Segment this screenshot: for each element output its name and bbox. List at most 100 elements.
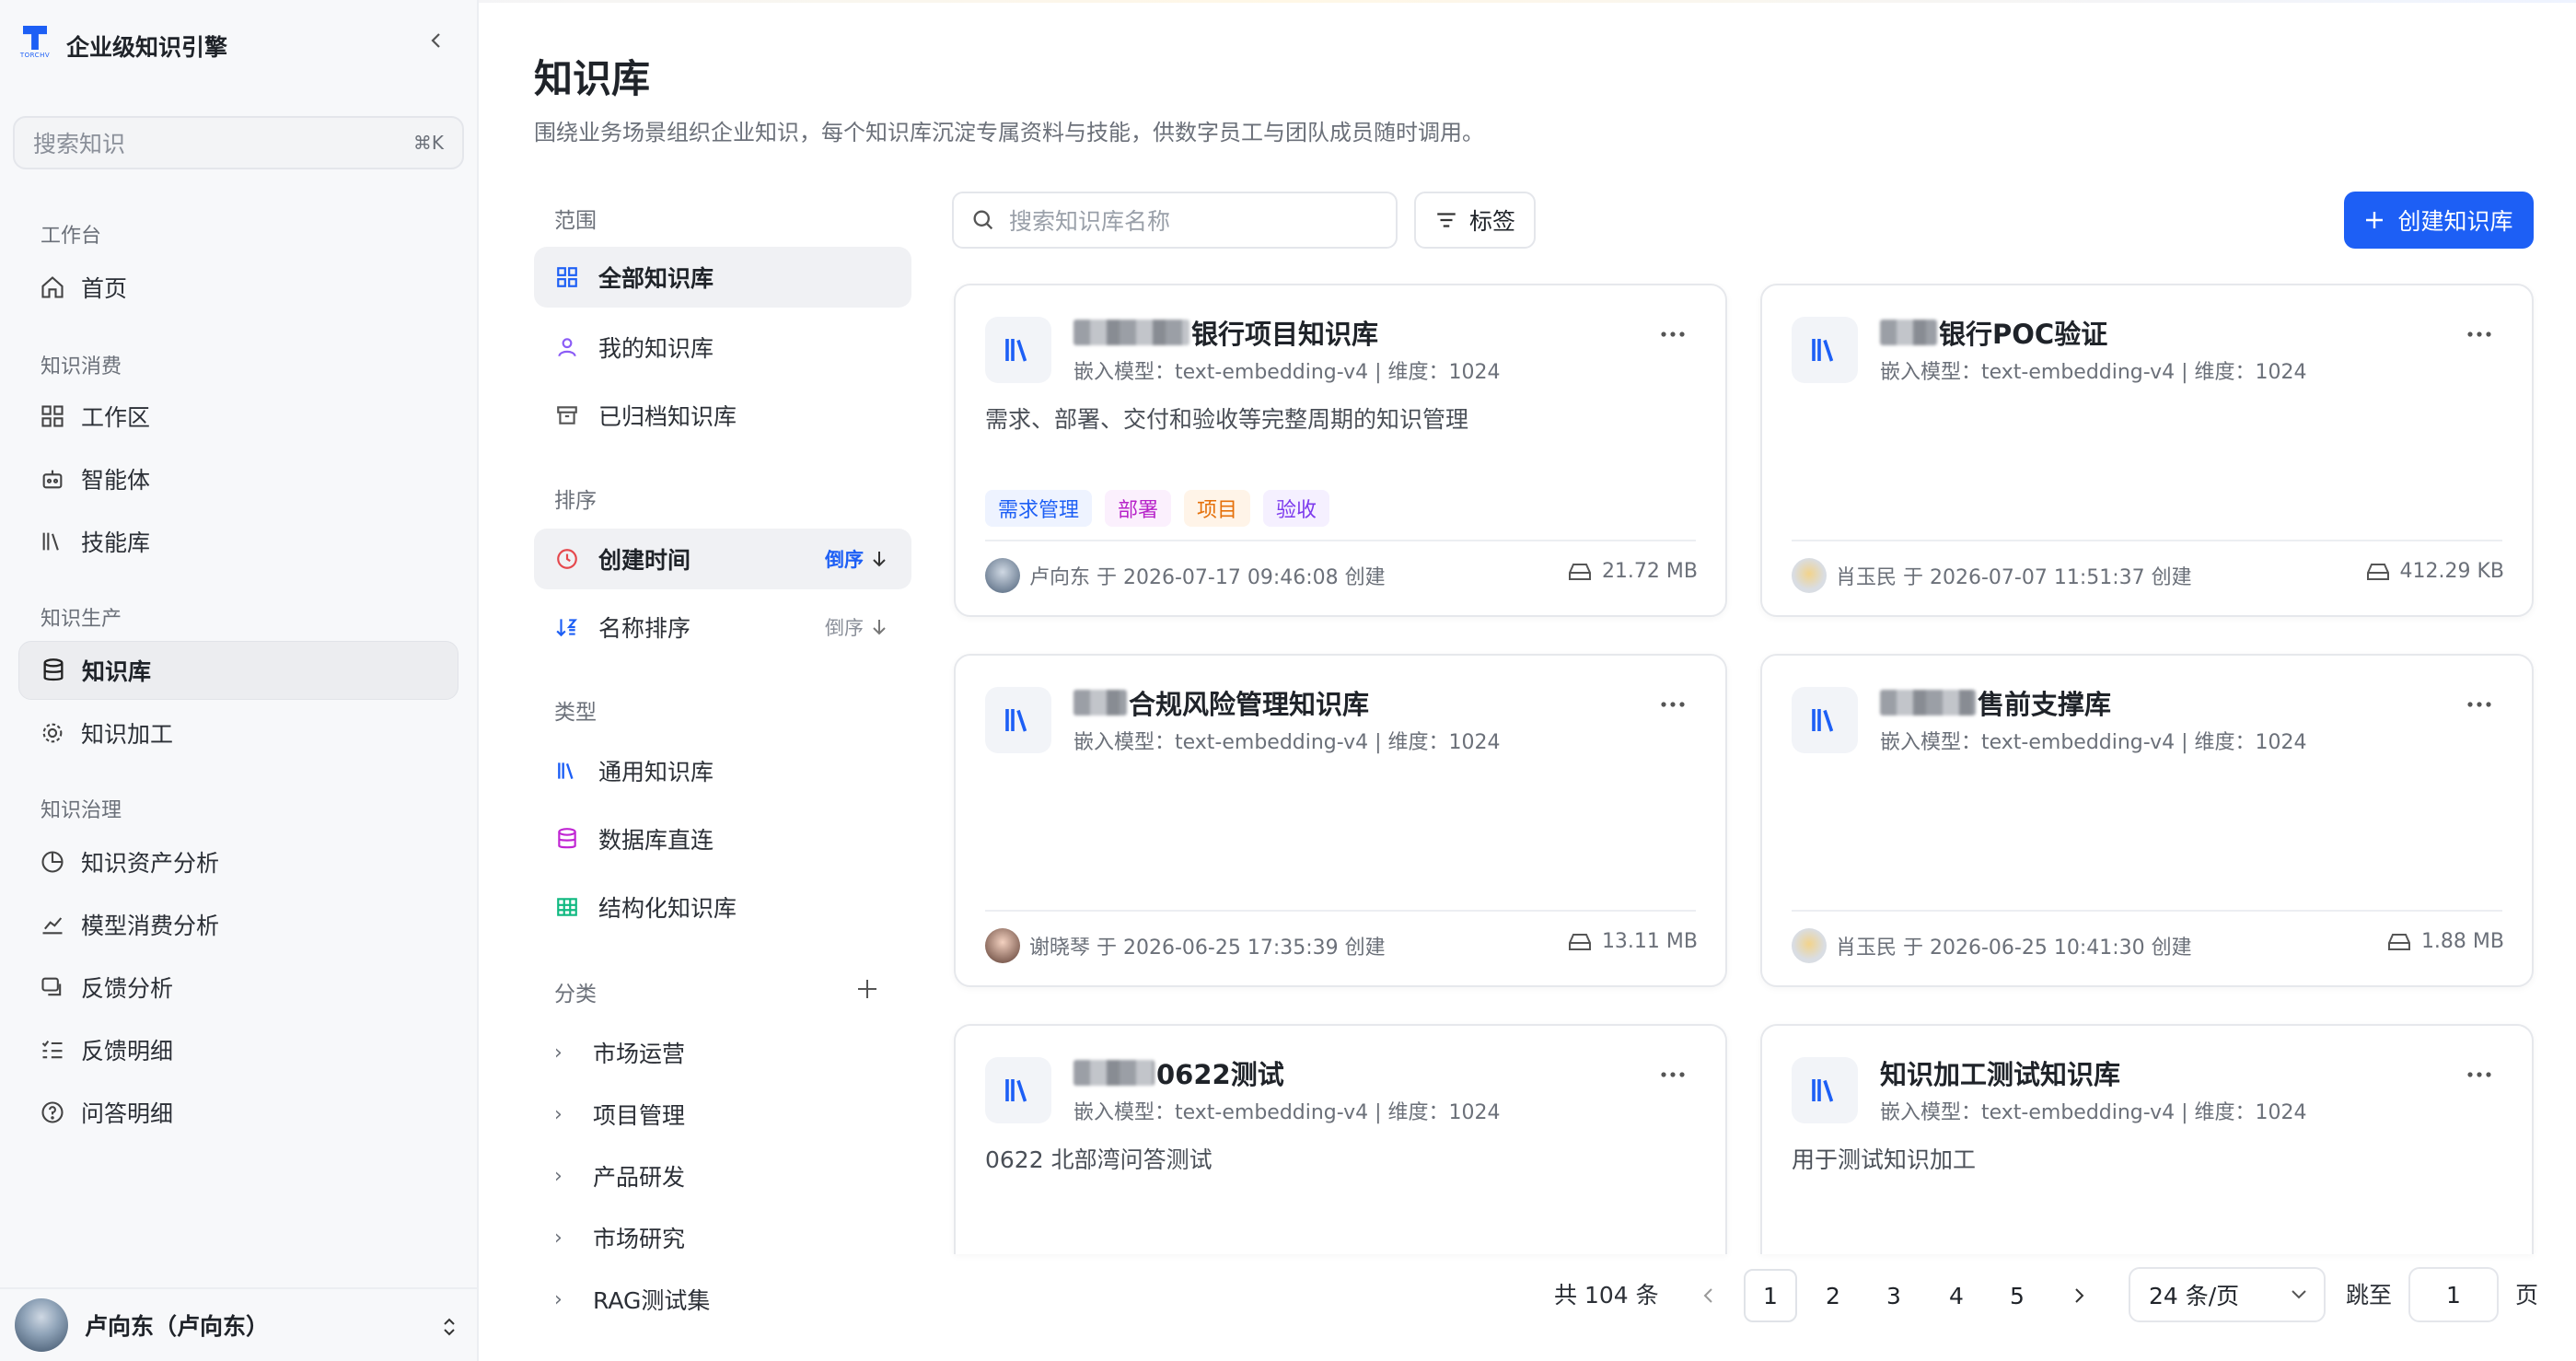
library-icon xyxy=(1792,1057,1858,1123)
nav-item-workspace[interactable]: 工作区 xyxy=(18,387,458,446)
tag-badge: 项目 xyxy=(1184,490,1251,527)
kb-search-input[interactable]: 搜索知识库名称 xyxy=(952,192,1398,249)
kb-creator-text: 卢向东 于 2026-07-17 09:46:08 创建 xyxy=(1029,566,1386,589)
page-size-select[interactable]: 24 条/页 xyxy=(2129,1267,2326,1322)
kb-card[interactable]: 银行POC验证 嵌入模型：text-embedding-v4 | 维度：1024… xyxy=(1760,284,2534,617)
page-button[interactable]: 3 xyxy=(1867,1269,1920,1322)
tag-filter-button[interactable]: 标签 xyxy=(1414,192,1536,249)
nav-item-agents[interactable]: 智能体 xyxy=(18,449,458,508)
kb-creator: 卢向东 于 2026-07-17 09:46:08 创建 xyxy=(985,558,1386,593)
brand: TORCHV 企业级知识引擎 xyxy=(17,26,227,66)
jump-page-input[interactable]: 1 xyxy=(2408,1267,2499,1322)
add-category-icon[interactable] xyxy=(854,976,880,1002)
collapse-sidebar-icon[interactable] xyxy=(425,29,447,52)
nav-label: 模型消费分析 xyxy=(81,913,220,939)
nav-item-knowledge-base[interactable]: 知识库 xyxy=(18,641,458,700)
sort-created-time[interactable]: 创建时间 倒序 xyxy=(534,529,911,589)
knowledge-search-input[interactable]: 搜索知识 ⌘K xyxy=(13,116,464,169)
kb-name-text: 知识加工测试知识库 xyxy=(1880,1059,2121,1090)
sort-order-toggle[interactable]: 倒序 xyxy=(825,613,888,641)
nav-label: 知识加工 xyxy=(81,721,174,748)
nav-item-model-consumption[interactable]: 模型消费分析 xyxy=(18,895,458,954)
create-kb-button[interactable]: 创建知识库 xyxy=(2344,192,2534,249)
kb-card[interactable]: 合规风险管理知识库 嵌入模型：text-embedding-v4 | 维度：10… xyxy=(954,654,1727,987)
redacted-text xyxy=(1880,690,1976,715)
nav-item-feedback-detail[interactable]: 反馈明细 xyxy=(18,1020,458,1079)
filter-type-title: 类型 xyxy=(554,701,597,725)
type-db-direct[interactable]: 数据库直连 xyxy=(534,808,911,869)
tag-badge: 需求管理 xyxy=(985,490,1093,527)
grid-icon xyxy=(554,264,580,290)
type-general-kb[interactable]: 通用知识库 xyxy=(534,740,911,801)
filter-label: 全部知识库 xyxy=(598,265,714,292)
nav-label: 反馈明细 xyxy=(81,1038,174,1064)
category-item[interactable]: › 项目管理 xyxy=(554,1091,685,1137)
category-item[interactable]: › 市场运营 xyxy=(554,1029,685,1076)
card-divider xyxy=(1792,540,2502,541)
brand-name: 企业级知识引擎 xyxy=(66,34,228,61)
kb-card[interactable]: 知识加工测试知识库 嵌入模型：text-embedding-v4 | 维度：10… xyxy=(1760,1024,2534,1254)
question-icon xyxy=(39,1099,66,1126)
library-icon xyxy=(985,1057,1051,1123)
page-suffix: 页 xyxy=(2515,1282,2539,1309)
user-menu[interactable]: 卢向东（卢向东） xyxy=(0,1287,479,1361)
chevron-up-down-icon xyxy=(444,1318,455,1336)
kb-card[interactable]: 银行项目知识库 嵌入模型：text-embedding-v4 | 维度：1024… xyxy=(954,284,1727,617)
kb-tags: 需求管理 部署 项目 验收 xyxy=(985,490,1330,527)
redacted-text xyxy=(1073,1060,1155,1086)
nav-item-home[interactable]: 首页 xyxy=(18,258,458,317)
page-button[interactable]: 4 xyxy=(1930,1269,1983,1322)
prev-page-icon[interactable] xyxy=(1700,1285,1718,1306)
page-button[interactable]: 5 xyxy=(1990,1269,2044,1322)
more-icon[interactable] xyxy=(1659,1070,1687,1079)
nav-item-knowledge-processing[interactable]: 知识加工 xyxy=(18,704,458,762)
sort-az-icon xyxy=(554,614,580,640)
kb-meta: 嵌入模型：text-embedding-v4 | 维度：1024 xyxy=(1073,361,1501,384)
sort-order-toggle[interactable]: 倒序 xyxy=(825,545,888,573)
category-item[interactable]: › 市场研究 xyxy=(554,1215,685,1261)
type-structured-kb[interactable]: 结构化知识库 xyxy=(534,877,911,937)
kb-creator-text: 肖玉民 于 2026-06-25 10:41:30 创建 xyxy=(1836,936,2192,960)
nav-item-feedback-analysis[interactable]: 反馈分析 xyxy=(18,958,458,1017)
kb-name: 0622测试 xyxy=(1073,1053,1284,1092)
filter-label: 数据库直连 xyxy=(598,827,714,854)
nav-section-govern: 知识治理 xyxy=(41,799,122,822)
jump-label: 跳至 xyxy=(2346,1282,2393,1309)
nav-item-skills[interactable]: 技能库 xyxy=(18,512,458,571)
more-icon[interactable] xyxy=(1659,330,1687,339)
kb-search-placeholder: 搜索知识库名称 xyxy=(1009,208,1171,235)
page-button[interactable]: 2 xyxy=(1806,1269,1860,1322)
sort-name[interactable]: 名称排序 倒序 xyxy=(534,597,911,657)
next-page-icon[interactable] xyxy=(2070,1285,2088,1306)
redacted-text xyxy=(1073,320,1189,345)
kb-name: 售前支撑库 xyxy=(1880,683,2111,722)
avatar xyxy=(1792,928,1827,963)
avatar xyxy=(1792,558,1827,593)
user-icon xyxy=(554,334,580,360)
kb-card[interactable]: 售前支撑库 嵌入模型：text-embedding-v4 | 维度：1024 肖… xyxy=(1760,654,2534,987)
nav-item-qa-detail[interactable]: 问答明细 xyxy=(18,1083,458,1142)
grid-icon xyxy=(39,402,66,430)
nav-item-asset-analysis[interactable]: 知识资产分析 xyxy=(18,832,458,891)
tag-badge: 验收 xyxy=(1263,490,1330,527)
more-icon[interactable] xyxy=(2466,700,2493,709)
page-button[interactable]: 1 xyxy=(1744,1269,1797,1322)
app-root: TORCHV 企业级知识引擎 搜索知识 ⌘K 工作台 首页 知识消费 工作区 智… xyxy=(0,0,2576,1361)
arrow-down-icon xyxy=(873,620,886,635)
category-label: 项目管理 xyxy=(593,1102,686,1129)
more-icon[interactable] xyxy=(1659,700,1687,709)
category-item[interactable]: › RAG测试集 xyxy=(554,1276,710,1322)
more-icon[interactable] xyxy=(2466,1070,2493,1079)
category-item[interactable]: › 产品研发 xyxy=(554,1153,685,1199)
kb-size-text: 412.29 KB xyxy=(2399,560,2505,583)
page-title: 知识库 xyxy=(534,56,651,101)
filter-archived-kb[interactable]: 已归档知识库 xyxy=(534,385,911,446)
more-icon[interactable] xyxy=(2466,330,2493,339)
filter-all-kb[interactable]: 全部知识库 xyxy=(534,247,911,308)
chevron-right-icon: › xyxy=(554,1041,563,1064)
filter-my-kb[interactable]: 我的知识库 xyxy=(534,317,911,378)
kb-card[interactable]: 0622测试 嵌入模型：text-embedding-v4 | 维度：1024 … xyxy=(954,1024,1727,1254)
nav-label: 反馈分析 xyxy=(81,975,174,1002)
category-label: 产品研发 xyxy=(593,1164,686,1191)
kb-description: 需求、部署、交付和验收等完整周期的知识管理 xyxy=(985,406,1469,433)
